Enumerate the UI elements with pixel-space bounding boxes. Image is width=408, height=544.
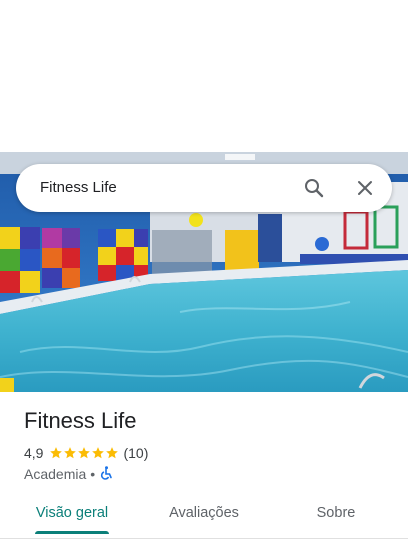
star-icon — [106, 447, 119, 459]
place-tabs: Visão geral Avaliações Sobre — [0, 496, 408, 536]
rating-row[interactable]: 4,9 (10) — [24, 444, 148, 462]
review-count[interactable]: (10) — [123, 445, 148, 461]
star-icon — [50, 447, 63, 459]
tabs-divider — [0, 538, 408, 539]
star-rating — [49, 446, 119, 460]
tab-overview[interactable]: Visão geral — [24, 496, 120, 532]
search-icon[interactable] — [302, 176, 326, 200]
star-icon — [64, 447, 77, 459]
star-icon — [78, 447, 91, 459]
close-icon[interactable] — [353, 176, 377, 200]
rating-value: 4,9 — [24, 445, 44, 461]
category-row: Academia • — [24, 465, 113, 483]
active-tab-indicator — [35, 531, 109, 534]
tab-reviews[interactable]: Avaliações — [156, 496, 252, 532]
search-input[interactable]: Fitness Life — [40, 164, 117, 212]
star-icon — [92, 447, 105, 459]
place-category: Academia — [24, 466, 87, 482]
wheelchair-icon — [99, 465, 113, 483]
search-bar[interactable]: Fitness Life — [16, 164, 392, 212]
separator: • — [90, 466, 96, 482]
place-title: Fitness Life — [24, 408, 137, 433]
tab-about[interactable]: Sobre — [288, 496, 384, 532]
